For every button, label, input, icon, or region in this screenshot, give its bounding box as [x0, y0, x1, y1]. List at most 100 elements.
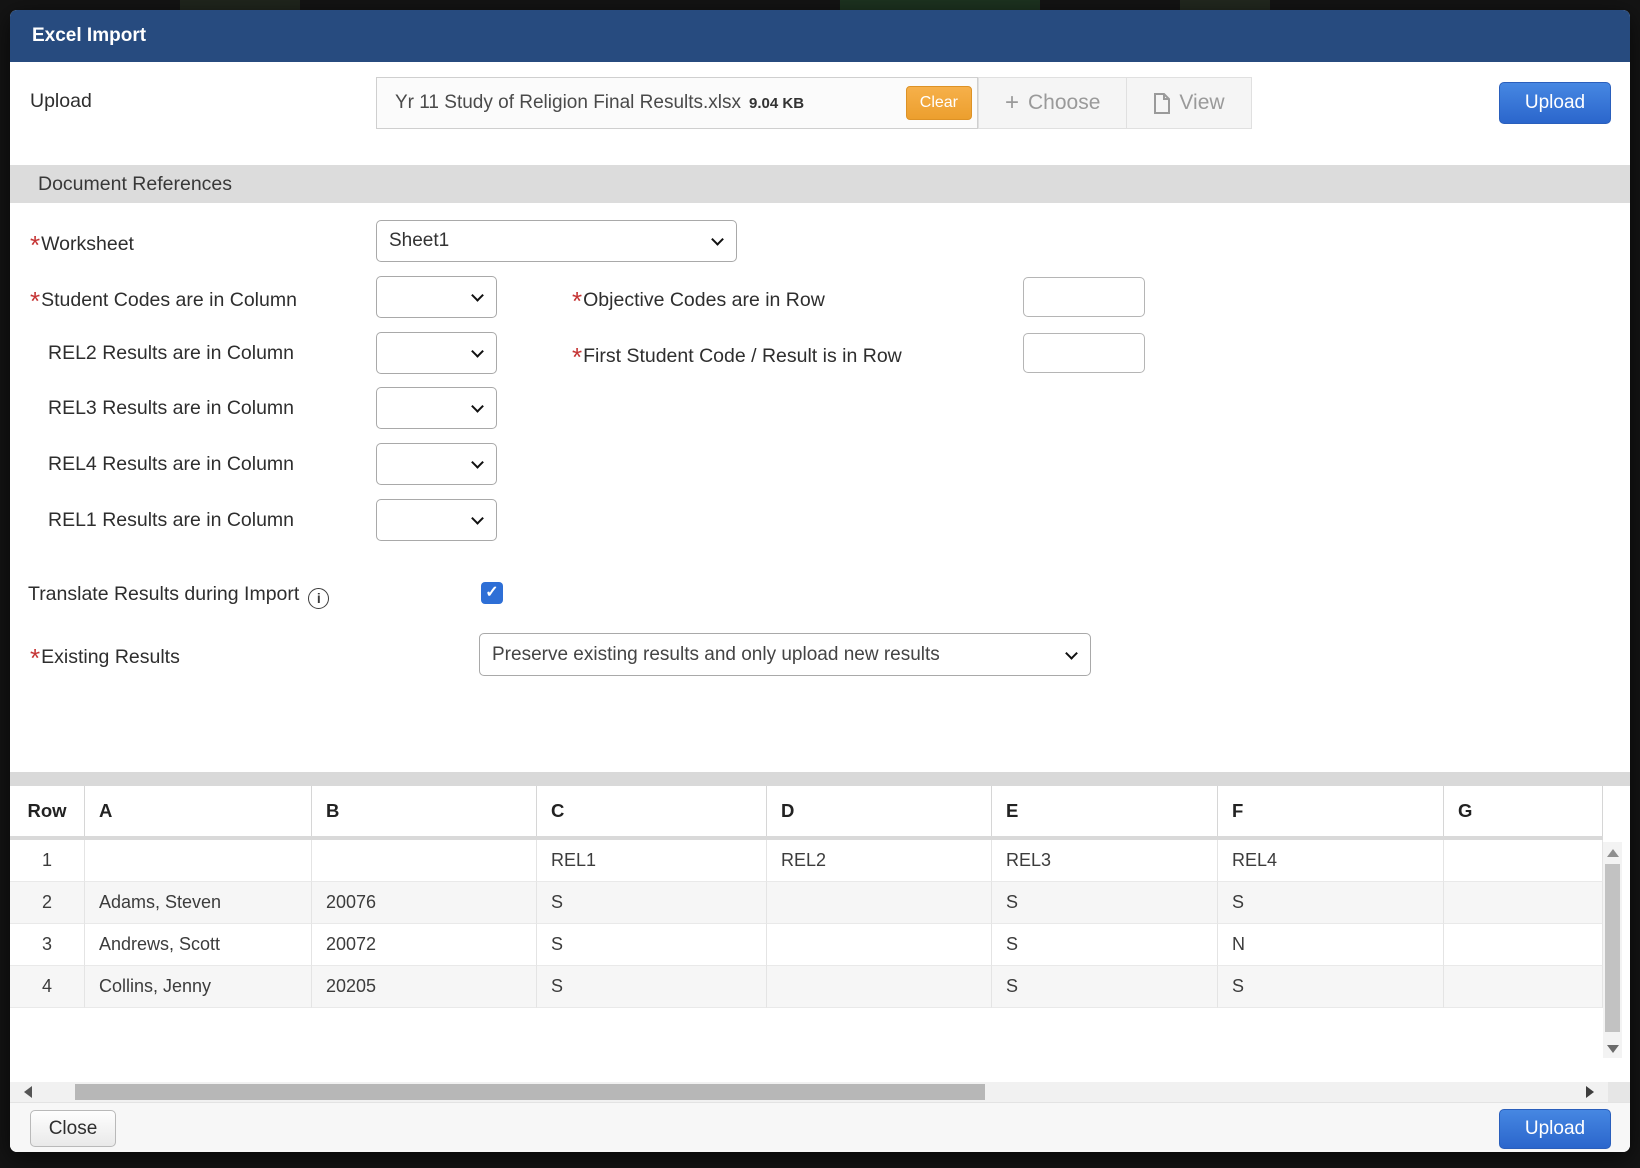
required-marker: *	[30, 286, 40, 316]
view-file-button[interactable]: View	[1127, 78, 1250, 128]
dialog-title: Excel Import	[32, 10, 146, 62]
table-cell: 20076	[312, 882, 537, 924]
arrow-left-icon[interactable]	[24, 1086, 32, 1098]
table-cell: 20205	[312, 966, 537, 1008]
section-header: Document References	[10, 165, 1630, 203]
table-cell: REL2	[767, 840, 992, 882]
table-cell: 1	[10, 840, 85, 882]
rel1-column-select[interactable]	[376, 499, 497, 541]
table-cell: Collins, Jenny	[85, 966, 312, 1008]
table-cell	[767, 882, 992, 924]
dialog-titlebar: Excel Import	[10, 10, 1630, 62]
chevron-down-icon	[471, 289, 484, 302]
table-cell: S	[537, 966, 767, 1008]
table-row: 2Adams, Steven20076SSS	[10, 882, 1603, 924]
table-cell	[1444, 924, 1603, 966]
table-cell: Andrews, Scott	[85, 924, 312, 966]
table-row: 3Andrews, Scott20072SSN	[10, 924, 1603, 966]
column-header-e: E	[992, 786, 1218, 836]
column-header-f: F	[1218, 786, 1444, 836]
table-cell: S	[537, 882, 767, 924]
table-cell: 20072	[312, 924, 537, 966]
column-header-row: Row	[10, 786, 85, 836]
table-cell: N	[1218, 924, 1444, 966]
rel2-column-select[interactable]	[376, 332, 497, 374]
choose-file-button[interactable]: +Choose	[979, 78, 1127, 128]
scrollbar-corner	[1608, 1082, 1630, 1102]
table-cell: REL4	[1218, 840, 1444, 882]
table-cell: S	[1218, 966, 1444, 1008]
excel-import-dialog: Excel Import Upload Yr 11 Study of Relig…	[10, 10, 1630, 1152]
rel4-column-select[interactable]	[376, 443, 497, 485]
required-marker: *	[30, 230, 40, 260]
chevron-down-icon	[471, 400, 484, 413]
table-cell	[767, 924, 992, 966]
rel4-column-label: REL4 Results are in Column	[48, 443, 294, 485]
table-cell: Adams, Steven	[85, 882, 312, 924]
existing-results-select[interactable]: Preserve existing results and only uploa…	[479, 633, 1091, 676]
objective-codes-row-input[interactable]	[1023, 277, 1145, 317]
horizontal-scrollbar[interactable]	[10, 1082, 1630, 1102]
table-row: 1 REL1REL2REL3REL4	[10, 840, 1603, 882]
table-cell	[85, 840, 312, 882]
objective-codes-row-label: *Objective Codes are in Row	[572, 277, 825, 320]
required-marker: *	[30, 643, 40, 673]
worksheet-select[interactable]: Sheet1	[376, 220, 737, 262]
column-header-d: D	[767, 786, 992, 836]
preview-table-body: 1REL1REL2REL3REL42Adams, Steven20076SSS3…	[10, 840, 1603, 1008]
table-cell: S	[537, 924, 767, 966]
column-header-g: G	[1444, 786, 1603, 836]
table-cell: S	[1218, 882, 1444, 924]
backdrop	[840, 0, 1040, 10]
vertical-scrollbar-thumb[interactable]	[1605, 864, 1620, 1032]
required-marker: *	[572, 286, 582, 316]
table-cell: REL1	[537, 840, 767, 882]
table-top-divider	[10, 772, 1630, 786]
close-button[interactable]: Close	[30, 1110, 116, 1147]
backdrop	[1180, 0, 1270, 10]
dialog-footer: Close Upload	[10, 1102, 1630, 1152]
rel3-column-label: REL3 Results are in Column	[48, 387, 294, 429]
plus-icon: +	[1005, 89, 1019, 117]
chevron-down-icon	[471, 512, 484, 525]
translate-results-checkbox[interactable]	[481, 582, 503, 604]
horizontal-scrollbar-thumb[interactable]	[75, 1084, 985, 1100]
column-header-b: B	[312, 786, 537, 836]
first-student-row-input[interactable]	[1023, 333, 1145, 373]
arrow-down-icon[interactable]	[1607, 1045, 1619, 1053]
table-cell	[1444, 840, 1603, 882]
existing-results-label: *Existing Results	[30, 633, 180, 679]
column-header-a: A	[85, 786, 312, 836]
clear-file-button[interactable]: Clear	[906, 86, 972, 120]
backdrop	[180, 0, 300, 10]
translate-results-label: Translate Results during Importi	[28, 582, 329, 609]
chevron-down-icon	[471, 345, 484, 358]
upload-label: Upload	[30, 90, 92, 113]
table-cell: S	[992, 924, 1218, 966]
section-title: Document References	[38, 165, 232, 203]
vertical-scrollbar[interactable]	[1603, 842, 1622, 1058]
table-cell: 4	[10, 966, 85, 1008]
table-cell	[1444, 882, 1603, 924]
upload-button-bottom[interactable]: Upload	[1499, 1109, 1611, 1149]
file-size: 9.04 KB	[749, 95, 804, 112]
table-cell: REL3	[992, 840, 1218, 882]
rel1-column-label: REL1 Results are in Column	[48, 499, 294, 541]
table-cell	[312, 840, 537, 882]
required-marker: *	[572, 342, 582, 372]
arrow-right-icon[interactable]	[1586, 1086, 1594, 1098]
rel3-column-select[interactable]	[376, 387, 497, 429]
info-icon[interactable]: i	[308, 588, 329, 609]
rel2-column-label: REL2 Results are in Column	[48, 332, 294, 374]
student-codes-column-select[interactable]	[376, 276, 497, 318]
file-upload-controls: +Choose View	[978, 77, 1252, 129]
file-name: Yr 11 Study of Religion Final Results.xl…	[395, 78, 804, 129]
column-header-c: C	[537, 786, 767, 836]
chevron-down-icon	[471, 456, 484, 469]
arrow-up-icon[interactable]	[1607, 849, 1619, 857]
worksheet-label: *Worksheet	[30, 220, 134, 265]
first-student-row-label: *First Student Code / Result is in Row	[572, 333, 902, 376]
table-cell	[767, 966, 992, 1008]
table-cell: S	[992, 966, 1218, 1008]
upload-button-top[interactable]: Upload	[1499, 82, 1611, 124]
